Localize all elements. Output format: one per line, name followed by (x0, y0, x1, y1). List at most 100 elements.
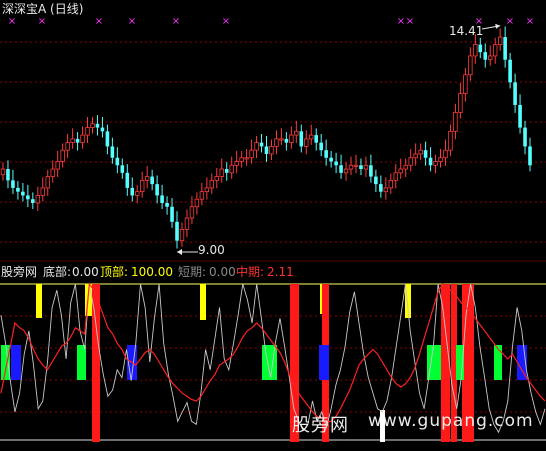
candle-body (105, 131, 110, 147)
candle-body (324, 150, 328, 158)
candle-body (274, 138, 279, 147)
candle-body (0, 168, 6, 176)
candle-body (463, 74, 468, 95)
candle-body (458, 93, 463, 113)
indicator-name: 股旁网 (1, 265, 38, 279)
candle-body (31, 199, 35, 203)
candle-body (438, 157, 443, 162)
candle-body (214, 176, 219, 181)
candle-body (60, 149, 65, 162)
candle-body (90, 123, 95, 128)
red-bar (92, 284, 100, 442)
candle-body (403, 164, 408, 170)
high-price-label: 14.41 (449, 24, 484, 38)
short-label: 短期: (178, 265, 207, 279)
signal-marker: × (406, 16, 414, 27)
green-bar (1, 345, 10, 380)
candle-body (343, 168, 349, 174)
candle-body (523, 127, 527, 147)
low-price-label: 9.00 (198, 243, 225, 257)
candle-body (339, 165, 343, 173)
candle-body (199, 191, 205, 200)
candle-body (26, 195, 30, 200)
candle-body (244, 157, 249, 160)
candle-body (229, 164, 234, 174)
candle-body (388, 179, 393, 189)
top-label: 顶部: (100, 265, 129, 279)
candlestick-series[interactable] (0, 26, 532, 249)
candle-body (175, 221, 179, 241)
signal-marker: × (526, 16, 534, 27)
candle-body (483, 52, 488, 60)
candle-body (497, 36, 503, 46)
candle-body (413, 153, 418, 159)
candle-body (144, 176, 150, 181)
candle-body (16, 187, 20, 192)
candle-body (478, 44, 483, 53)
candle-body (249, 149, 254, 159)
candle-body (55, 161, 60, 170)
candle-body (423, 150, 428, 158)
chart-title: 深深宝A (日线) (2, 2, 84, 16)
green-bar (77, 345, 86, 380)
candle-body (433, 161, 438, 166)
candle-body (184, 217, 190, 230)
signal-marker: × (38, 16, 46, 27)
candle-body (418, 149, 423, 155)
candle-body (140, 179, 145, 193)
candle-body (170, 206, 174, 222)
candle-body (95, 123, 100, 128)
candle-body (189, 206, 195, 219)
candle-body (115, 157, 120, 166)
candle-body (503, 37, 507, 60)
candle-body (428, 157, 433, 166)
signal-marker: × (128, 16, 136, 27)
mid-label: 中期: (236, 265, 265, 279)
candle-body (80, 134, 85, 144)
candle-body (194, 198, 200, 208)
stock-chart-window[interactable]: × × × × × × × × × × × 深深宝A (日线) 14.41 9.00 股旁网 底部:… (0, 0, 546, 447)
candle-body (160, 195, 164, 203)
candle-body (473, 44, 478, 57)
candle-body (369, 165, 373, 177)
candle-body (234, 161, 239, 166)
chart-canvas[interactable]: × × × × × × × × × × × (0, 0, 546, 447)
candle-body (359, 165, 363, 170)
candle-body (125, 172, 130, 188)
signal-marker: × (222, 16, 230, 27)
candle-body (289, 134, 294, 144)
candle-body (219, 168, 224, 177)
signal-marker: × (172, 16, 180, 27)
candle-body (85, 127, 90, 136)
yellow-bar (36, 284, 42, 318)
candle-body (239, 157, 244, 162)
candle-body (294, 130, 299, 136)
candle-body (319, 142, 323, 151)
candle-body (45, 176, 50, 189)
yellow-bar (200, 284, 206, 320)
candle-body (269, 146, 274, 155)
candle-body (374, 176, 378, 185)
bottom-label: 底部: (43, 265, 72, 279)
candle-body (334, 161, 338, 166)
candle-body (259, 142, 264, 147)
candle-body (100, 127, 105, 132)
candle-body (383, 187, 389, 193)
mid-value: 2.11 (267, 265, 294, 279)
candle-body (135, 191, 140, 196)
candle-body (179, 228, 185, 242)
candle-body (254, 142, 259, 151)
candle-body (508, 59, 512, 83)
low-arrowhead (177, 249, 183, 255)
candle-body (70, 138, 75, 144)
signal-marker: × (506, 16, 514, 27)
candle-body (443, 149, 448, 159)
bottom-value: 0.00 (72, 265, 99, 279)
candle-body (453, 112, 458, 132)
blue-bar (11, 345, 21, 380)
candle-body (120, 165, 125, 173)
candle-body (299, 131, 304, 147)
candle-body (379, 184, 383, 192)
candle-body (21, 191, 25, 196)
candle-body (6, 169, 10, 181)
